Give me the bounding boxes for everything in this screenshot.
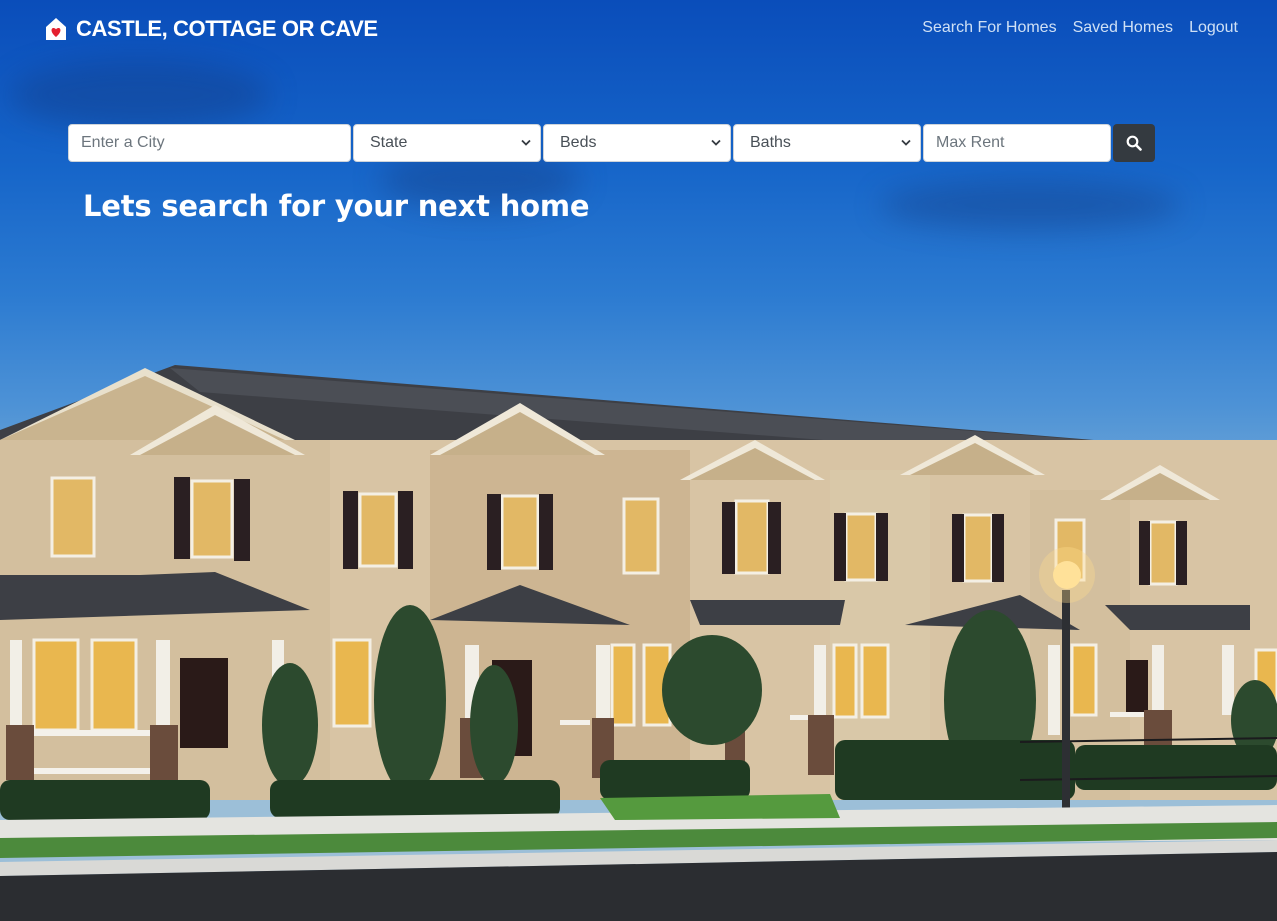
nav-logout[interactable]: Logout bbox=[1189, 19, 1238, 37]
brand-name: CASTLE, COTTAGE OR CAVE bbox=[76, 16, 378, 41]
max-rent-input[interactable]: Max Rent bbox=[923, 124, 1111, 162]
chevron-down-icon bbox=[901, 139, 911, 146]
beds-select-label: Beds bbox=[560, 134, 597, 151]
main-nav: Search For Homes Saved Homes Logout bbox=[922, 19, 1238, 37]
chevron-down-icon bbox=[711, 139, 721, 146]
chevron-down-icon bbox=[521, 139, 531, 146]
baths-select-label: Baths bbox=[750, 134, 791, 151]
nav-search-for-homes[interactable]: Search For Homes bbox=[922, 19, 1056, 37]
house-heart-icon bbox=[46, 18, 66, 40]
state-select-label: State bbox=[370, 134, 408, 151]
hero-title: Lets search for your next home bbox=[83, 189, 590, 223]
state-select[interactable]: State bbox=[353, 124, 541, 162]
beds-select[interactable]: Beds bbox=[543, 124, 731, 162]
brand[interactable]: CASTLE, COTTAGE OR CAVE bbox=[45, 16, 378, 42]
baths-select[interactable]: Baths bbox=[733, 124, 921, 162]
top-navbar: CASTLE, COTTAGE OR CAVE Search For Homes… bbox=[0, 0, 1277, 58]
search-icon bbox=[1126, 135, 1142, 151]
nav-saved-homes[interactable]: Saved Homes bbox=[1073, 19, 1174, 37]
city-input[interactable]: Enter a City bbox=[68, 124, 351, 162]
search-button[interactable] bbox=[1113, 124, 1155, 162]
